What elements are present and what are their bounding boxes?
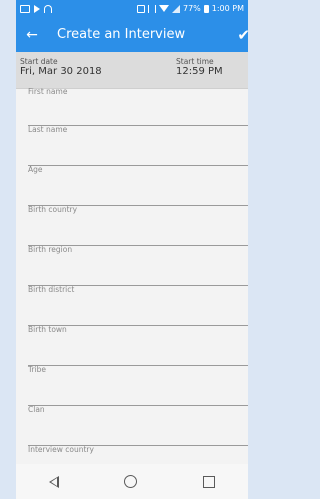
clan-label: Clan bbox=[28, 405, 45, 414]
tribe-label: Tribe bbox=[28, 365, 47, 374]
interview-form: First name Last name Age Birth country B… bbox=[16, 87, 248, 486]
start-date-value: Fri, Mar 30 2018 bbox=[20, 66, 102, 77]
battery-percent: 77% bbox=[182, 4, 201, 13]
interview-country-label: Interview country bbox=[28, 445, 94, 454]
age-label: Age bbox=[28, 165, 43, 174]
first-name-field[interactable]: First name bbox=[28, 87, 248, 126]
start-date-label: Start date bbox=[20, 57, 58, 66]
birth-town-label: Birth town bbox=[28, 325, 67, 334]
cast-icon bbox=[20, 4, 30, 13]
first-name-label: First name bbox=[28, 87, 68, 96]
nav-recent-icon[interactable] bbox=[203, 475, 216, 488]
birth-region-label: Birth region bbox=[28, 245, 73, 254]
wifi-full-icon bbox=[158, 5, 169, 12]
vibrate-icon bbox=[147, 4, 156, 13]
clan-field[interactable]: Clan bbox=[28, 405, 248, 446]
start-time-label: Start time bbox=[176, 57, 214, 66]
birth-district-field[interactable]: Birth district bbox=[28, 285, 248, 326]
age-field[interactable]: Age bbox=[28, 165, 248, 206]
back-arrow-icon[interactable]: ← bbox=[25, 28, 39, 42]
birth-country-field[interactable]: Birth country bbox=[28, 205, 248, 246]
signal-icon bbox=[171, 4, 180, 13]
birth-country-label: Birth country bbox=[28, 205, 78, 214]
tribe-field[interactable]: Tribe bbox=[28, 365, 248, 406]
last-name-label: Last name bbox=[28, 125, 68, 134]
wifi-icon bbox=[44, 4, 52, 13]
play-icon bbox=[34, 4, 40, 13]
last-name-field[interactable]: Last name bbox=[28, 125, 248, 166]
start-time[interactable]: Start time 12:59 PM bbox=[176, 57, 223, 78]
battery-icon bbox=[203, 4, 209, 13]
status-left bbox=[20, 4, 52, 13]
device-screen: 77% 1:00 PM ← Create an Interview ✔ Star… bbox=[0, 0, 248, 499]
status-bar: 77% 1:00 PM bbox=[16, 0, 248, 17]
app-bar: ← Create an Interview ✔ bbox=[16, 17, 248, 52]
nav-home-icon[interactable] bbox=[124, 475, 138, 488]
check-icon[interactable]: ✔ bbox=[237, 26, 248, 44]
interview-header: Start date Fri, Mar 30 2018 Start time 1… bbox=[16, 52, 248, 89]
status-right: 77% 1:00 PM bbox=[136, 4, 244, 13]
birth-district-label: Birth district bbox=[28, 285, 75, 294]
nfc-icon bbox=[136, 4, 145, 13]
navigation-bar bbox=[16, 464, 248, 499]
birth-town-field[interactable]: Birth town bbox=[28, 325, 248, 366]
page-title: Create an Interview bbox=[57, 27, 186, 42]
phone-screen: 77% 1:00 PM ← Create an Interview ✔ Star… bbox=[16, 0, 248, 499]
clock: 1:00 PM bbox=[211, 4, 244, 13]
start-date[interactable]: Start date Fri, Mar 30 2018 bbox=[20, 57, 102, 78]
birth-region-field[interactable]: Birth region bbox=[28, 245, 248, 286]
start-time-value: 12:59 PM bbox=[176, 66, 223, 77]
nav-back-icon[interactable] bbox=[48, 475, 59, 488]
